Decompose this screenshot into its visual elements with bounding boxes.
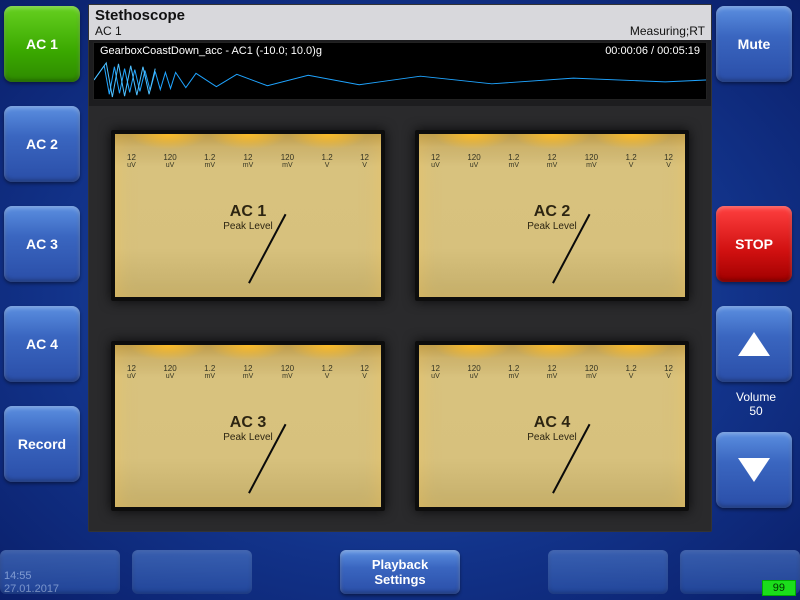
waveform-file-label: GearboxCoastDown_acc - AC1 (-10.0; 10.0)… — [100, 45, 322, 57]
bottom-bar: 14:55 27.01.2017 Playback Settings 99 — [0, 536, 800, 600]
gauge-scale-row: 12uV 120uV 1.2mV 12mV 120mV 1.2V 12V — [121, 365, 375, 380]
header-strip: Stethoscope AC 1 Measuring;RT — [89, 5, 711, 40]
gauge-title: AC 4 — [425, 414, 679, 432]
volume-value-text: 50 — [749, 404, 762, 418]
waveform-canvas[interactable] — [94, 61, 706, 99]
right-button-column: Mute STOP Volume 50 — [716, 6, 796, 508]
volume-down-button[interactable] — [716, 432, 792, 508]
record-button[interactable]: Record — [4, 406, 80, 482]
bottom-slot-2[interactable] — [132, 550, 252, 594]
gauge-subtitle: Peak Level — [425, 432, 679, 443]
gauge-scale-row: 12uV 120uV 1.2mV 12mV 120mV 1.2V 12V — [121, 154, 375, 169]
gauge-ac3: 12uV 120uV 1.2mV 12mV 120mV 1.2V 12V AC … — [111, 341, 385, 512]
playback-settings-label: Playback Settings — [372, 557, 428, 587]
bottom-slot-1[interactable] — [0, 550, 120, 594]
volume-readout: Volume 50 — [716, 390, 796, 418]
waveform-svg — [94, 61, 706, 99]
channel-button-ac2[interactable]: AC 2 — [4, 106, 80, 182]
stop-button[interactable]: STOP — [716, 206, 792, 282]
gauge-tick-arc — [425, 382, 679, 408]
right-spacer — [716, 106, 796, 182]
gauge-ac4: 12uV 120uV 1.2mV 12mV 120mV 1.2V 12V AC … — [415, 341, 689, 512]
gauge-subtitle: Peak Level — [121, 432, 375, 443]
bottom-slot-4[interactable] — [548, 550, 668, 594]
waveform-panel: GearboxCoastDown_acc - AC1 (-10.0; 10.0)… — [93, 42, 707, 100]
gauge-title: AC 1 — [121, 203, 375, 221]
app-title: Stethoscope — [95, 7, 185, 24]
left-button-column: AC 1 AC 2 AC 3 AC 4 Record — [4, 6, 84, 482]
gauge-ac2: 12uV 120uV 1.2mV 12mV 120mV 1.2V 12V AC … — [415, 130, 689, 301]
channel-button-ac1[interactable]: AC 1 — [4, 6, 80, 82]
center-panel: Stethoscope AC 1 Measuring;RT GearboxCoa… — [88, 4, 712, 532]
volume-label-text: Volume — [736, 390, 776, 404]
waveform-time-position: 00:00:06 / 00:05:19 — [605, 45, 700, 57]
gauge-title: AC 2 — [425, 203, 679, 221]
volume-up-button[interactable] — [716, 306, 792, 382]
header-mode-status: Measuring;RT — [630, 24, 705, 38]
arrow-up-icon — [738, 332, 770, 356]
meter-grid: 12uV 120uV 1.2mV 12mV 120mV 1.2V 12V AC … — [89, 106, 711, 531]
mute-button[interactable]: Mute — [716, 6, 792, 82]
gauge-tick-arc — [121, 171, 375, 197]
gauge-title: AC 3 — [121, 414, 375, 432]
channel-button-ac3[interactable]: AC 3 — [4, 206, 80, 282]
gauge-tick-arc — [121, 382, 375, 408]
gauge-subtitle: Peak Level — [425, 221, 679, 232]
channel-button-ac4[interactable]: AC 4 — [4, 306, 80, 382]
gauge-scale-row: 12uV 120uV 1.2mV 12mV 120mV 1.2V 12V — [425, 365, 679, 380]
battery-indicator: 99 — [762, 580, 796, 596]
gauge-tick-arc — [425, 171, 679, 197]
gauge-ac1: 12uV 120uV 1.2mV 12mV 120mV 1.2V 12V AC … — [111, 130, 385, 301]
header-channel-label: AC 1 — [95, 24, 122, 38]
playback-settings-button[interactable]: Playback Settings — [340, 550, 460, 594]
gauge-scale-row: 12uV 120uV 1.2mV 12mV 120mV 1.2V 12V — [425, 154, 679, 169]
gauge-subtitle: Peak Level — [121, 221, 375, 232]
arrow-down-icon — [738, 458, 770, 482]
